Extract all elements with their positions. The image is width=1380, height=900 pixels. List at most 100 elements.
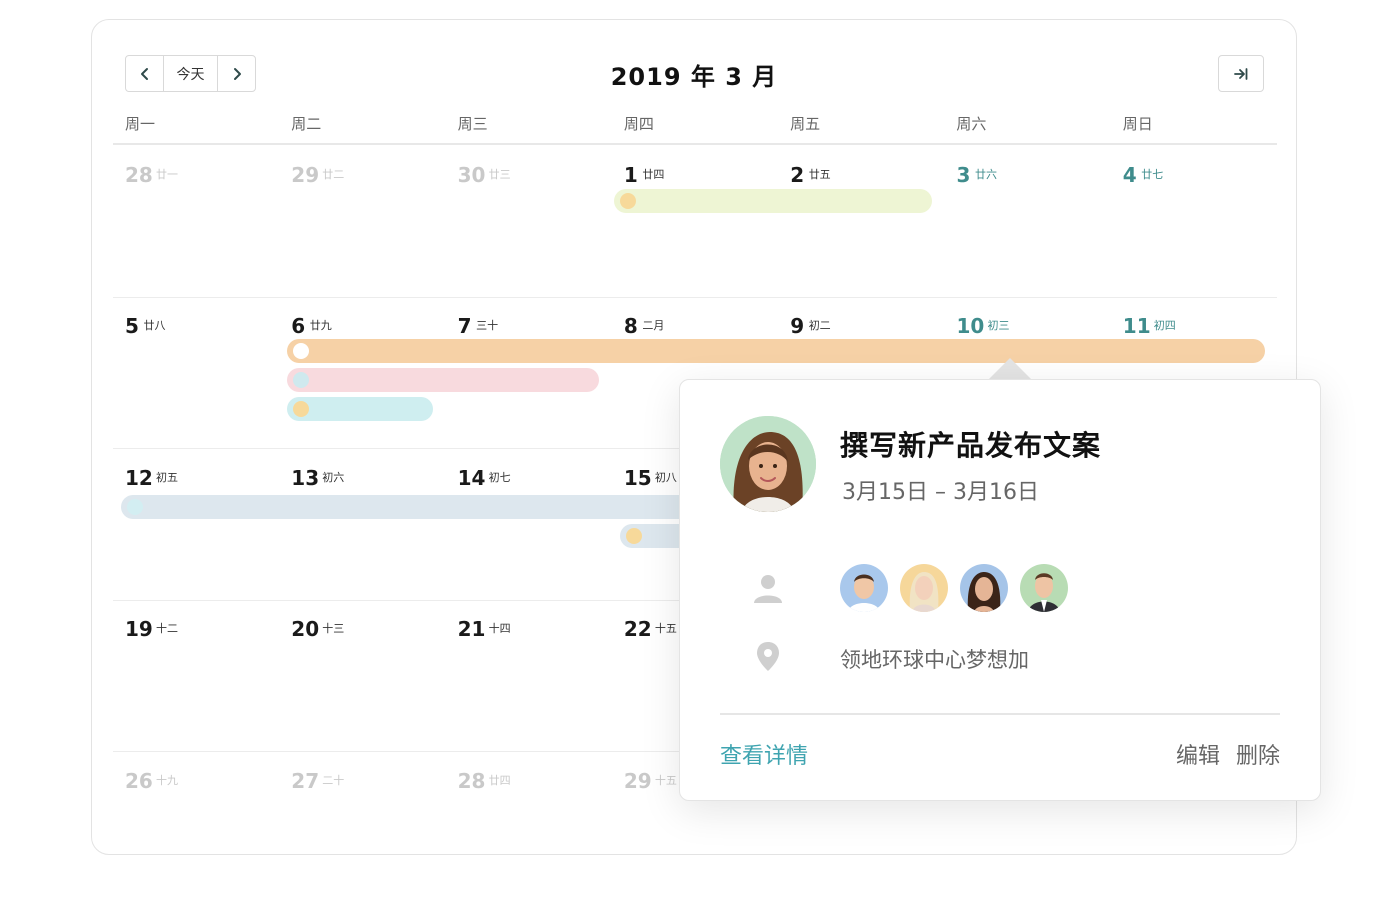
day-number: 3 [956, 163, 971, 187]
lunar-date: 廿四 [488, 774, 511, 787]
day-cell[interactable]: 3 廿六 [945, 147, 1111, 297]
day-number: 26 [125, 769, 153, 793]
delete-button[interactable]: 删除 [1236, 738, 1280, 770]
day-cell[interactable]: 21 十四 [446, 601, 612, 751]
lunar-date: 初四 [1153, 319, 1176, 332]
weekday-label: 周一 [125, 115, 156, 133]
lunar-date: 廿九 [309, 319, 332, 332]
event-date-range: 3月15日 – 3月16日 [842, 480, 1039, 505]
calendar-title: 2019 年 3 月 [610, 63, 778, 91]
day-number: 27 [291, 769, 320, 793]
day-number: 1 [623, 163, 638, 187]
lunar-date: 十五 [654, 622, 677, 635]
day-cell[interactable]: 27 二十 [279, 753, 445, 854]
day-cell[interactable]: 2 廿五 [778, 147, 944, 297]
popover-caret [988, 358, 1032, 380]
lunar-date: 廿七 [1141, 168, 1164, 181]
lunar-date: 廿一 [156, 168, 178, 181]
weekday-label: 周六 [956, 115, 987, 133]
day-number: 11 [1122, 314, 1151, 338]
day-cell[interactable]: 12 初五 [113, 450, 279, 600]
day-cell[interactable]: 28 廿四 [446, 753, 612, 854]
weekday-label: 周三 [457, 115, 488, 133]
day-number: 12 [125, 466, 153, 490]
popover-actions: 编辑 删除 [1176, 738, 1280, 770]
lunar-date: 二月 [642, 319, 665, 332]
attendee-avatar[interactable] [1020, 564, 1068, 612]
day-cell[interactable]: 14 初七 [446, 450, 612, 600]
attendee-avatar[interactable] [960, 564, 1008, 612]
event-bar-pink[interactable] [287, 368, 599, 392]
organizer-avatar [720, 416, 816, 512]
attendee-avatar[interactable] [840, 564, 888, 612]
person-icon [750, 570, 786, 606]
weekday-label: 周四 [623, 115, 654, 133]
weekday-label: 周二 [291, 115, 322, 133]
event-dot [620, 193, 636, 209]
event-dot [127, 499, 143, 515]
attendee-avatar[interactable] [900, 564, 948, 612]
day-number: 4 [1122, 163, 1137, 187]
event-dot [293, 343, 309, 359]
event-dot [293, 401, 309, 417]
event-dot [293, 372, 309, 388]
lunar-date: 十三 [322, 622, 345, 635]
collapse-right-icon [1234, 67, 1248, 80]
lunar-date: 十二 [156, 622, 178, 635]
day-cell[interactable]: 20 十三 [279, 601, 445, 751]
lunar-date: 廿四 [642, 168, 665, 181]
event-bar-orange[interactable] [287, 339, 1265, 363]
weekday-header: 周一 周二 周三 周四 周五 周六 周日 [113, 113, 1277, 145]
day-number: 10 [956, 314, 985, 338]
day-cell[interactable]: 4 廿七 [1111, 147, 1277, 297]
day-cell[interactable]: 1 廿四 [612, 147, 778, 297]
event-location: 领地环球中心梦想加 [840, 648, 1029, 672]
weekday-label: 周五 [790, 115, 821, 133]
lunar-date: 初二 [808, 319, 831, 332]
day-cell[interactable]: 5 廿八 [113, 298, 279, 448]
lunar-date: 初五 [156, 471, 178, 484]
event-bar-green[interactable] [614, 189, 932, 213]
day-number: 28 [457, 769, 486, 793]
location-pin-icon [750, 638, 786, 674]
event-bar-cyan[interactable] [287, 397, 433, 421]
lunar-date: 廿五 [808, 168, 831, 181]
view-details-link[interactable]: 查看详情 [720, 738, 808, 770]
day-number: 28 [125, 163, 153, 187]
lunar-date: 廿三 [488, 168, 511, 181]
day-number: 5 [125, 314, 139, 338]
day-number: 2 [790, 163, 805, 187]
weekday-label: 周日 [1122, 115, 1153, 133]
day-number: 7 [457, 314, 472, 338]
day-cell[interactable]: 29 廿二 [279, 147, 445, 297]
day-number: 30 [457, 163, 486, 187]
day-number: 29 [291, 163, 320, 187]
day-cell[interactable]: 19 十二 [113, 601, 279, 751]
attendee-list [840, 564, 1068, 612]
day-cell[interactable]: 28 廿一 [113, 147, 279, 297]
collapse-panel-button[interactable] [1218, 55, 1264, 92]
lunar-date: 初八 [654, 471, 677, 484]
day-number: 6 [291, 314, 306, 338]
day-number: 22 [623, 617, 652, 641]
edit-button[interactable]: 编辑 [1176, 738, 1220, 770]
day-cell[interactable]: 13 初六 [279, 450, 445, 600]
lunar-date: 初三 [987, 319, 1010, 332]
day-number: 20 [291, 617, 320, 641]
lunar-date: 初六 [322, 471, 345, 484]
event-popover: 撰写新产品发布文案 3月15日 – 3月16日 领地环球中心梦想加 查看详情 编… [679, 379, 1321, 801]
day-number: 9 [790, 314, 805, 338]
lunar-date: 廿六 [975, 168, 997, 181]
lunar-date: 初七 [488, 471, 511, 484]
event-dot [626, 528, 642, 544]
day-number: 15 [623, 466, 652, 490]
day-cell[interactable]: 30 廿三 [446, 147, 612, 297]
lunar-date: 十五 [654, 774, 677, 787]
week-row: 28 廿一 29 廿二 30 廿三 1 廿四 2 廿五 3 廿六 4 廿七 [113, 147, 1277, 298]
day-number: 19 [125, 617, 153, 641]
event-title: 撰写新产品发布文案 [840, 429, 1102, 462]
day-number: 29 [623, 769, 652, 793]
lunar-date: 廿八 [143, 319, 166, 332]
lunar-date: 廿二 [322, 168, 345, 181]
day-cell[interactable]: 26 十九 [113, 753, 279, 854]
